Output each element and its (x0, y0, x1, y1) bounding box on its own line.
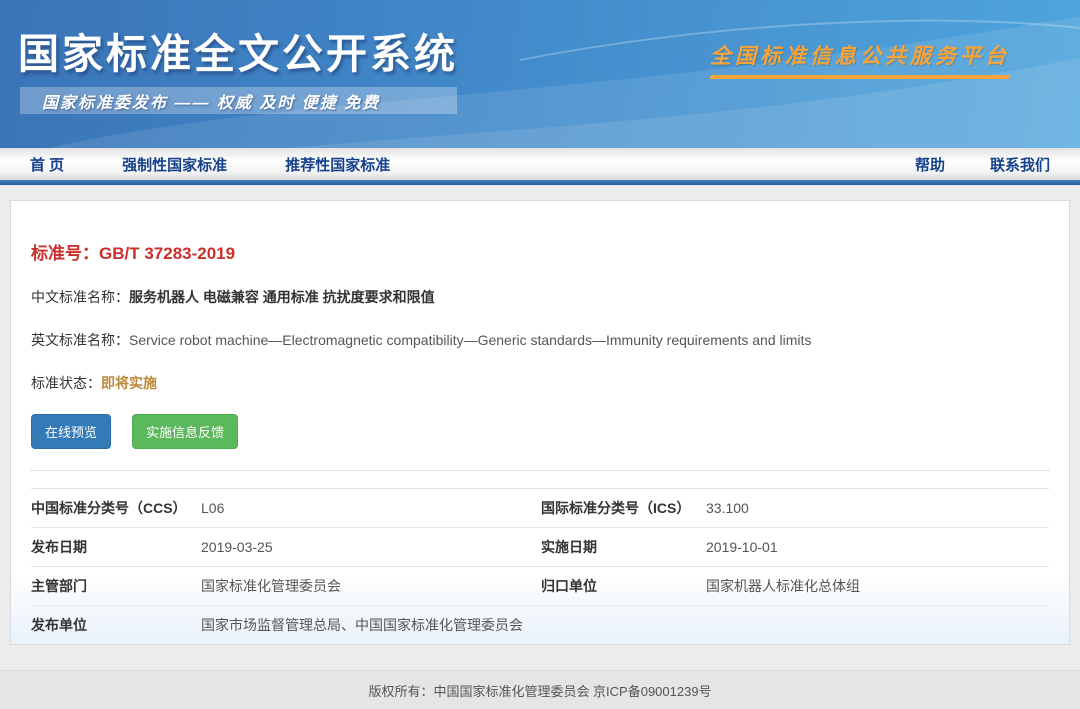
centralized-unit-value: 国家机器人标准化总体组 (706, 576, 1049, 596)
ccs-label: 中国标准分类号（CCS） (31, 498, 201, 518)
page-footer: 版权所有：中国国家标准化管理委员会 京ICP备09001239号 (0, 670, 1080, 709)
standard-number-heading: 标准号：GB/T 37283-2019 (31, 201, 1049, 264)
main-navbar: 首 页 强制性国家标准 推荐性国家标准 帮助 联系我们 (0, 148, 1080, 180)
site-subtitle-band: 国家标准委发布 —— 权威 及时 便捷 免费 (20, 87, 457, 114)
table-row: 主管部门 国家标准化管理委员会 归口单位 国家机器人标准化总体组 (31, 567, 1049, 606)
chinese-name-label: 中文标准名称： (31, 289, 129, 305)
implement-date-value: 2019-10-01 (706, 539, 1049, 555)
ccs-value: L06 (201, 500, 541, 516)
nav-item-recommended-standards[interactable]: 推荐性国家标准 (285, 154, 390, 175)
standard-number-label: 标准号： (31, 244, 99, 263)
centralized-unit-label: 归口单位 (541, 576, 706, 596)
site-banner: 国家标准全文公开系统 国家标准委发布 —— 权威 及时 便捷 免费 全国标准信息… (0, 0, 1080, 148)
implement-date-label: 实施日期 (541, 537, 706, 557)
publish-date-label: 发布日期 (31, 537, 201, 557)
publish-date-value: 2019-03-25 (201, 539, 541, 555)
nav-underline-bar (0, 180, 1080, 185)
ics-value: 33.100 (706, 500, 1049, 516)
nav-item-mandatory-standards[interactable]: 强制性国家标准 (122, 154, 227, 175)
english-name-value: Service robot machine—Electromagnetic co… (129, 332, 811, 348)
action-buttons-row: 在线预览 实施信息反馈 (31, 414, 1049, 449)
copyright-text: 版权所有：中国国家标准化管理委员会 京ICP备09001239号 (368, 681, 711, 700)
standard-number-value: GB/T 37283-2019 (99, 244, 235, 263)
site-subtitle: 国家标准委发布 —— 权威 及时 便捷 免费 (20, 89, 380, 113)
competent-dept-label: 主管部门 (31, 576, 201, 596)
status-row: 标准状态：即将实施 (31, 373, 1049, 393)
platform-name: 全国标准信息公共服务平台 (710, 40, 1010, 70)
nav-item-help[interactable]: 帮助 (915, 154, 945, 175)
online-preview-button[interactable]: 在线预览 (31, 414, 111, 449)
table-row: 发布日期 2019-03-25 实施日期 2019-10-01 (31, 528, 1049, 567)
platform-banner: 全国标准信息公共服务平台 (710, 40, 1010, 79)
table-row: 中国标准分类号（CCS） L06 国际标准分类号（ICS） 33.100 (31, 489, 1049, 528)
nav-item-contact[interactable]: 联系我们 (990, 154, 1050, 175)
publish-unit-value: 国家市场监督管理总局、中国国家标准化管理委员会 (201, 615, 1049, 635)
competent-dept-value: 国家标准化管理委员会 (201, 576, 541, 596)
status-label: 标准状态： (31, 375, 101, 391)
standard-detail-card: 标准号：GB/T 37283-2019 中文标准名称：服务机器人 电磁兼容 通用… (10, 200, 1070, 645)
page-body: 标准号：GB/T 37283-2019 中文标准名称：服务机器人 电磁兼容 通用… (0, 200, 1080, 670)
nav-item-home[interactable]: 首 页 (30, 154, 64, 175)
chinese-name-value: 服务机器人 电磁兼容 通用标准 抗扰度要求和限值 (129, 289, 435, 305)
status-badge: 即将实施 (101, 375, 157, 391)
english-name-label: 英文标准名称： (31, 332, 129, 348)
dotted-divider (31, 470, 1049, 471)
ics-label: 国际标准分类号（ICS） (541, 498, 706, 518)
standard-meta-table: 中国标准分类号（CCS） L06 国际标准分类号（ICS） 33.100 发布日… (31, 488, 1049, 645)
table-row: 发布单位 国家市场监督管理总局、中国国家标准化管理委员会 (31, 606, 1049, 645)
chinese-name-row: 中文标准名称：服务机器人 电磁兼容 通用标准 抗扰度要求和限值 (31, 287, 1049, 307)
platform-underline-decoration (709, 75, 1011, 79)
english-name-row: 英文标准名称：Service robot machine—Electromagn… (31, 330, 1049, 350)
implementation-feedback-button[interactable]: 实施信息反馈 (132, 414, 238, 449)
publish-unit-label: 发布单位 (31, 615, 201, 635)
site-title: 国家标准全文公开系统 (18, 20, 458, 80)
